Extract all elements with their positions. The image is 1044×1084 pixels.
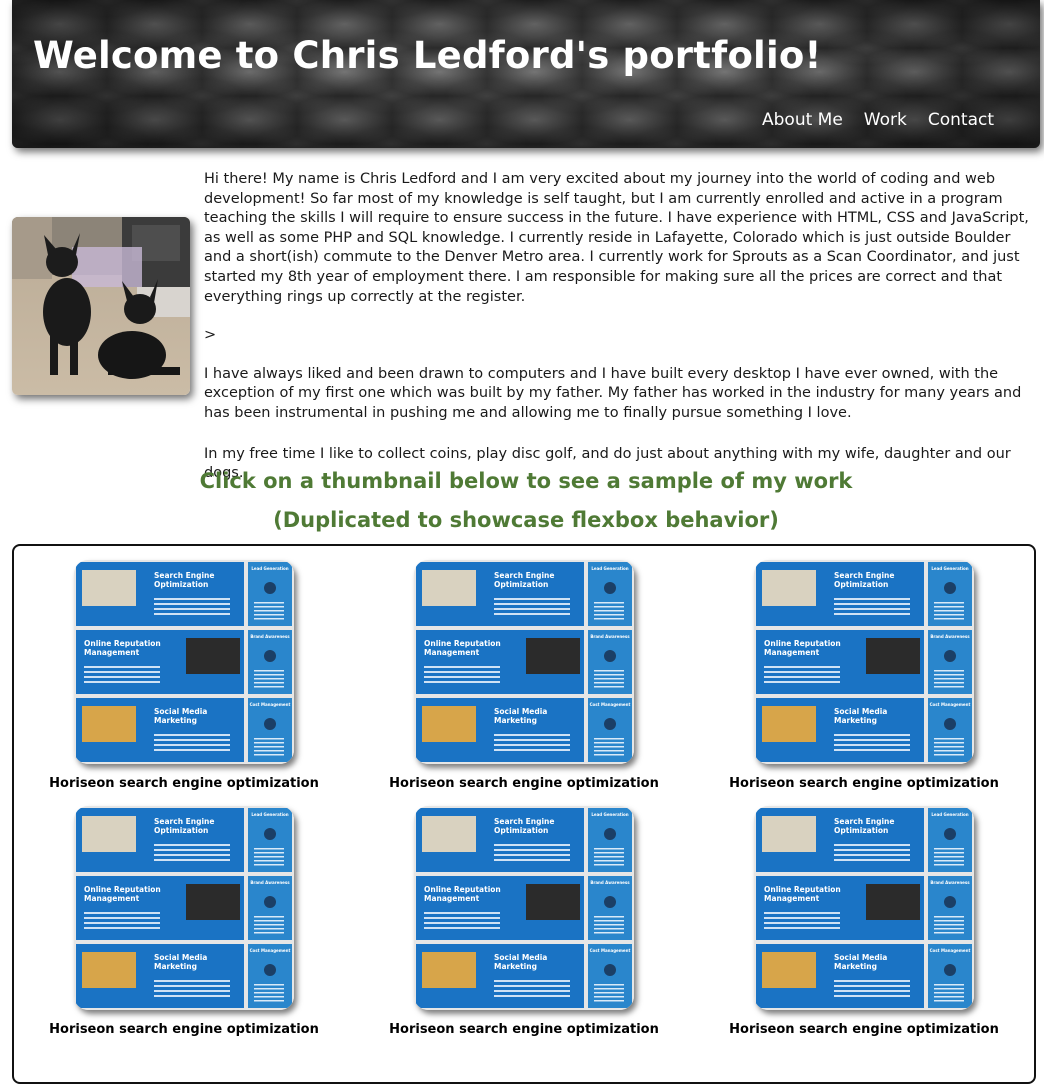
- thumbnail-side-text: Cost Management: [590, 948, 631, 953]
- thumbnail-title-text: Search Engine: [154, 817, 214, 826]
- thumbnail-title-text: Search Engine: [494, 817, 554, 826]
- horiseon-thumbnail[interactable]: Search EngineOptimization Lead Generation…: [414, 560, 634, 764]
- work-item-caption[interactable]: Horiseon search engine optimization: [729, 1022, 999, 1037]
- thumbnail-title-text: Marketing: [834, 962, 877, 971]
- about-paragraph-intro: Hi there! My name is Chris Ledford and I…: [204, 171, 1029, 305]
- work-item-caption[interactable]: Horiseon search engine optimization: [49, 776, 319, 791]
- thumbnail-title-text: Management: [424, 894, 480, 903]
- thumbnail-title-text: Online Reputation: [424, 885, 501, 894]
- thumbnail-title-text: Marketing: [494, 716, 537, 725]
- thumbnail-title-text: Optimization: [494, 826, 548, 835]
- thumbnail-title-text: Marketing: [834, 716, 877, 725]
- horiseon-thumbnail[interactable]: Search EngineOptimization Lead Generation…: [754, 806, 974, 1010]
- work-heading-line-2: (Duplicated to showcase flexbox behavior…: [273, 508, 779, 532]
- thumbnail-title-text: Management: [764, 648, 820, 657]
- thumbnail-title-text: Marketing: [154, 962, 197, 971]
- horiseon-thumbnail[interactable]: Search EngineOptimization Lead Generation…: [74, 560, 294, 764]
- work-item[interactable]: Search Engine Optimization Lead Generation…: [14, 806, 354, 1037]
- work-item-caption[interactable]: Horiseon search engine optimization: [729, 776, 999, 791]
- thumbnail-side-text: Brand Awareness: [250, 634, 290, 639]
- thumbnail-title-text: Social Media: [494, 953, 547, 962]
- thumbnail-side-text: Brand Awareness: [250, 880, 290, 885]
- thumbnail-title-text: Online Reputation: [424, 639, 501, 648]
- work-item[interactable]: Search Engine Optimization Lead Generation…: [694, 806, 1034, 1037]
- thumbnail-side-text: Lead Generation: [931, 812, 968, 817]
- main-nav: About Me Work Contact: [762, 110, 994, 130]
- work-heading: Click on a thumbnail below to see a samp…: [0, 462, 1044, 540]
- thumbnail-title-text: Online Reputation: [764, 639, 841, 648]
- thumbnail-title-text: Optimization: [494, 580, 548, 589]
- thumbnail-title-text: Search Engine: [834, 817, 894, 826]
- work-gallery: Search Engine Optimization Lead Generation…: [12, 544, 1036, 1084]
- thumbnail-title-text: Management: [764, 894, 820, 903]
- thumbnail-side-text: Brand Awareness: [590, 880, 630, 885]
- thumbnail-title-text: Social Media: [834, 953, 887, 962]
- thumbnail-side-text: Cost Management: [590, 702, 631, 707]
- work-item[interactable]: Search Engine Optimization Lead Generation…: [354, 806, 694, 1037]
- thumbnail-side-text: Cost Management: [250, 702, 291, 707]
- work-item[interactable]: Search Engine Optimization Lead Generation…: [354, 560, 694, 791]
- about-section: Hi there! My name is Chris Ledford and I…: [204, 170, 1040, 484]
- thumbnail-side-text: Brand Awareness: [590, 634, 630, 639]
- thumbnail-side-text: Brand Awareness: [930, 880, 970, 885]
- nav-link-contact[interactable]: Contact: [928, 110, 994, 130]
- thumbnail-title-text: Social Media: [834, 707, 887, 716]
- site-title: Welcome to Chris Ledford's portfolio!: [33, 34, 822, 77]
- thumbnail-title-text: Optimization: [834, 826, 888, 835]
- profile-photo: [12, 217, 190, 395]
- thumbnail-side-text: Lead Generation: [251, 566, 288, 571]
- thumbnail-title-text: Optimization: [834, 580, 888, 589]
- thumbnail-title-text: Management: [84, 894, 140, 903]
- thumbnail-title-text: Online Reputation: [84, 885, 161, 894]
- thumbnail-title-text: Online Reputation: [764, 885, 841, 894]
- work-item[interactable]: Search Engine Optimization Lead Generation…: [14, 560, 354, 791]
- thumbnail-side-text: Lead Generation: [931, 566, 968, 571]
- thumbnail-title-text: Management: [424, 648, 480, 657]
- thumbnail-title-text: Search Engine: [154, 571, 214, 580]
- horiseon-thumbnail[interactable]: Search EngineOptimization Lead Generation…: [414, 806, 634, 1010]
- thumbnail-title-text: Social Media: [154, 953, 207, 962]
- horiseon-thumbnail[interactable]: Search EngineOptimization Lead Generation…: [754, 560, 974, 764]
- site-header: Welcome to Chris Ledford's portfolio! Ab…: [12, 0, 1040, 148]
- thumbnail-side-text: Cost Management: [930, 702, 971, 707]
- thumbnail-side-text: Brand Awareness: [930, 634, 970, 639]
- thumbnail-title-text: Social Media: [154, 707, 207, 716]
- about-paragraph-computers: I have always liked and been drawn to co…: [204, 365, 1022, 421]
- work-item-caption[interactable]: Horiseon search engine optimization: [49, 1022, 319, 1037]
- thumbnail-title-text: Search Engine: [834, 571, 894, 580]
- thumbnail-title-text: Marketing: [154, 716, 197, 725]
- thumbnail-side-text: Lead Generation: [251, 812, 288, 817]
- thumbnail-title-text: Marketing: [494, 962, 537, 971]
- thumbnail-title-text: Social Media: [494, 707, 547, 716]
- thumbnail-side-text: Cost Management: [250, 948, 291, 953]
- work-item-caption[interactable]: Horiseon search engine optimization: [389, 1022, 659, 1037]
- about-paragraph-stray-char: >: [204, 327, 217, 344]
- horiseon-thumbnail[interactable]: Search EngineOptimization Lead Generation…: [74, 806, 294, 1010]
- thumbnail-title-text: Optimization: [154, 826, 208, 835]
- thumbnail-side-text: Cost Management: [930, 948, 971, 953]
- dogs-photo-image: [12, 217, 190, 395]
- thumbnail-side-text: Lead Generation: [591, 812, 628, 817]
- thumbnail-title-text: Online Reputation: [84, 639, 161, 648]
- nav-link-work[interactable]: Work: [864, 110, 907, 130]
- thumbnail-side-text: Lead Generation: [591, 566, 628, 571]
- thumbnail-title-text: Management: [84, 648, 140, 657]
- work-heading-line-1: Click on a thumbnail below to see a samp…: [199, 469, 853, 493]
- work-item[interactable]: Search Engine Optimization Lead Generation…: [694, 560, 1034, 791]
- work-item-caption[interactable]: Horiseon search engine optimization: [389, 776, 659, 791]
- thumbnail-title-text: Optimization: [154, 580, 208, 589]
- nav-link-about-me[interactable]: About Me: [762, 110, 843, 130]
- thumbnail-title-text: Search Engine: [494, 571, 554, 580]
- work-grid: Search Engine Optimization Lead Generation…: [14, 560, 1034, 1037]
